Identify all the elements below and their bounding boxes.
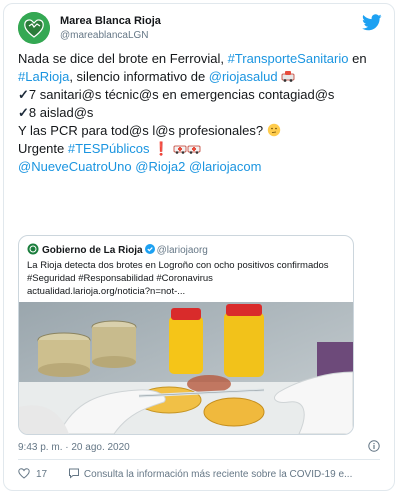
check-icon: ✓ [18, 105, 29, 120]
tweet-card: Marea Blanca Rioja @mareablancaLGN Nada … [3, 3, 395, 491]
tweet-text-segment: , silencio informativo de [69, 69, 209, 84]
author-name[interactable]: Marea Blanca Rioja [60, 15, 161, 27]
ambulance-emoji-icon [187, 145, 201, 154]
government-logo-icon [27, 243, 39, 255]
tweet-actions: 17 Consulta la información más reciente … [18, 467, 384, 483]
author-handle[interactable]: @mareablancaLGN [60, 30, 149, 41]
quoted-tweet-text: La Rioja detecta dos brotes en Logroño c… [27, 259, 347, 298]
quoted-author-name[interactable]: Gobierno de La Rioja [42, 245, 143, 256]
avatar[interactable] [18, 12, 50, 44]
quoted-author-handle[interactable]: @lariojaorg [157, 245, 208, 256]
info-icon[interactable] [368, 440, 380, 452]
tweet-text-segment: en [348, 51, 367, 66]
exclamation-icon: ❗ [153, 141, 170, 156]
divider [18, 459, 380, 460]
quoted-text-line: actualidad.larioja.org/noticia?n=not-... [27, 286, 186, 297]
tweet-header: Marea Blanca Rioja @mareablancaLGN [18, 12, 384, 46]
tweet-text-segment: 8 aislad@s [28, 105, 94, 120]
ambulance-emoji-icon [173, 145, 187, 154]
like-count[interactable]: 17 [36, 469, 47, 480]
tweet-timestamp[interactable]: 9:43 p. m. · 20 ago. 2020 [18, 442, 130, 453]
mention-link[interactable]: @NueveCuatroUno [18, 159, 132, 174]
heart-logo-icon [18, 12, 50, 44]
tweet-text-segment: Urgente [18, 141, 68, 156]
tweet-text-segment: Nada se dice del brote en Ferrovial, [18, 51, 228, 66]
check-icon: ✓ [18, 87, 29, 102]
quoted-tweet-header: Gobierno de La Rioja @lariojaorg [27, 243, 208, 259]
verified-badge-icon [144, 244, 155, 254]
tweet-text-segment: Y las PCR para tod@s l@s profesionales? [18, 123, 267, 138]
hashtag-link[interactable]: #TESPúblicos [68, 141, 150, 156]
comment-icon[interactable] [68, 467, 80, 479]
ambulance-emoji-icon [281, 71, 295, 82]
thinking-face-emoji-icon [267, 123, 280, 137]
twitter-bird-icon[interactable] [362, 14, 382, 31]
hashtag-link[interactable]: #TransporteSanitario [228, 51, 349, 66]
lab-petri-dish-photo[interactable] [19, 302, 353, 434]
mention-link[interactable]: @riojasalud [209, 69, 278, 84]
covid-info-link[interactable]: Consulta la información más reciente sob… [84, 469, 352, 480]
mention-link[interactable]: @lariojacom [189, 159, 261, 174]
tweet-text-segment: 7 sanitari@s técnic@s en emergencias con… [28, 87, 335, 102]
heart-icon[interactable] [18, 468, 30, 479]
quoted-tweet[interactable]: Gobierno de La Rioja @lariojaorg La Rioj… [18, 235, 354, 435]
hashtag-link[interactable]: #LaRioja [18, 69, 69, 84]
quoted-text-line: La Rioja detecta dos brotes en Logroño c… [27, 260, 329, 271]
quoted-text-line: #Seguridad #Responsabilidad #Coronavirus [27, 273, 213, 284]
mention-link[interactable]: @Rioja2 [135, 159, 185, 174]
tweet-text: Nada se dice del brote en Ferrovial, #Tr… [18, 50, 367, 176]
